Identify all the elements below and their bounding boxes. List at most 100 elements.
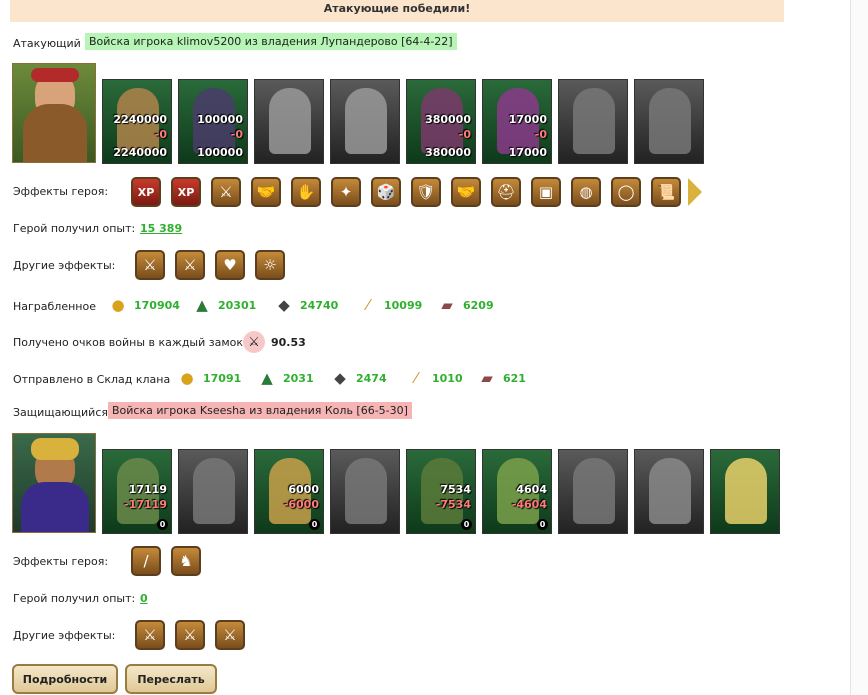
defender-unit-remaining-badge: 0	[157, 519, 168, 530]
attacker-hero-effect-icon[interactable]: ✦	[331, 177, 361, 207]
defender-other-effect-icon[interactable]: ⚔	[215, 620, 245, 650]
details-button[interactable]: Подробности	[12, 664, 118, 694]
clan-resource-value: 2474	[356, 371, 387, 385]
clan-resource-value: 1010	[432, 371, 463, 385]
clan-resource-value: 2031	[283, 371, 314, 385]
defender-unit-losses: -17119	[124, 498, 167, 511]
loot-resource: ⁄ 10099	[358, 295, 423, 315]
clan-resource-value: 17091	[203, 371, 242, 385]
defender-unit-figure	[725, 458, 767, 524]
defender-unit-2[interactable]	[178, 449, 248, 534]
loot-resource: ▰ 6209	[437, 295, 494, 315]
loot-resource: ◆ 24740	[274, 295, 338, 315]
attacker-other-effect-icon[interactable]: ⚔	[175, 250, 205, 280]
attacker-unit-remaining: 2240000	[113, 146, 167, 159]
defender-unit-6[interactable]: 4604 -4604 0	[482, 449, 552, 534]
attacker-hero-effect-icon[interactable]: ⚔	[211, 177, 241, 207]
attacker-unit-figure	[649, 88, 691, 154]
attacker-hero-effect-icon[interactable]: 🎲	[371, 177, 401, 207]
attacker-hero-effect-icon[interactable]: 🤝	[451, 177, 481, 207]
attacker-hero-effects-label: Эффекты героя:	[13, 185, 109, 198]
defender-unit-figure	[573, 458, 615, 524]
attacker-unit-remaining: 380000	[425, 146, 471, 159]
defender-unit-9[interactable]	[710, 449, 780, 534]
defender-unit-remaining-badge: 0	[309, 519, 320, 530]
effects-scroll-arrow-icon[interactable]	[688, 178, 702, 206]
attacker-other-effect-icon[interactable]: ☼	[255, 250, 285, 280]
defender-hero-portrait[interactable]	[12, 433, 96, 533]
attacker-unit-remaining: 100000	[197, 146, 243, 159]
defender-unit-remaining-badge: 0	[461, 519, 472, 530]
defender-unit-figure	[345, 458, 387, 524]
attacker-unit-count: 100000	[197, 113, 243, 126]
clan-resource: ◆ 2474	[330, 368, 387, 388]
attacker-unit-7[interactable]	[558, 79, 628, 164]
grain-icon: ⁄	[366, 296, 370, 314]
attacker-hero-portrait[interactable]	[12, 63, 96, 163]
clan-resource-value: 621	[503, 371, 526, 385]
gold-icon: ●	[180, 369, 194, 387]
defender-unit-7[interactable]	[558, 449, 628, 534]
attacker-unit-6[interactable]: 17000 -0 17000	[482, 79, 552, 164]
attacker-other-effect-icon[interactable]: ♥	[215, 250, 245, 280]
attacker-hero-effect-icon[interactable]: ⛑	[491, 177, 521, 207]
defender-unit-4[interactable]	[330, 449, 400, 534]
defender-other-effect-icon[interactable]: ⚔	[175, 620, 205, 650]
defender-unit-1[interactable]: 17119 -17119 0	[102, 449, 172, 534]
attacker-unit-figure	[573, 88, 615, 154]
attacker-hero-effect-icon[interactable]: 📜	[651, 177, 681, 207]
attacker-unit-figure	[269, 88, 311, 154]
defender-hero-effects-label: Эффекты героя:	[13, 555, 109, 568]
defender-unit-5[interactable]: 7534 -7534 0	[406, 449, 476, 534]
right-scrollbar[interactable]	[850, 0, 868, 695]
war-points-label: Получено очков войны в каждый замок	[13, 336, 244, 349]
attacker-unit-8[interactable]	[634, 79, 704, 164]
battle-result-banner: Атакующие победили!	[10, 0, 784, 22]
attacker-hero-effect-icon[interactable]: XP	[171, 177, 201, 207]
defender-unit-8[interactable]	[634, 449, 704, 534]
ore-icon: ◆	[278, 296, 290, 314]
attacker-hero-effect-icon[interactable]: ▣	[531, 177, 561, 207]
defender-exp-value[interactable]: 0	[140, 592, 148, 605]
attacker-unit-1[interactable]: 2240000 -0 2240000	[102, 79, 172, 164]
defender-unit-count: 4604	[516, 483, 547, 496]
forward-button[interactable]: Переслать	[125, 664, 217, 694]
defender-hero-effect-icon[interactable]: /	[131, 546, 161, 576]
clan-resource: ▲ 2031	[257, 368, 314, 388]
defender-unit-losses: -7534	[435, 498, 471, 511]
attacker-army-tag[interactable]: Войска игрока klimov5200 из владения Луп…	[85, 33, 457, 50]
attacker-hero-effect-icon[interactable]: ◍	[571, 177, 601, 207]
defender-exp-label: Герой получил опыт:	[13, 592, 136, 605]
defender-unit-count: 17119	[128, 483, 167, 496]
defender-unit-figure	[649, 458, 691, 524]
loot-resource-value: 170904	[134, 298, 180, 312]
attacker-unit-4[interactable]	[330, 79, 400, 164]
defender-hero-effect-icon[interactable]: ♞	[171, 546, 201, 576]
loot-resource-value: 24740	[300, 298, 339, 312]
attacker-unit-3[interactable]	[254, 79, 324, 164]
attacker-unit-2[interactable]: 100000 -0 100000	[178, 79, 248, 164]
defender-other-effect-icon[interactable]: ⚔	[135, 620, 165, 650]
attacker-hero-effect-icon[interactable]: ◯	[611, 177, 641, 207]
attacker-hero-effect-icon[interactable]: 🛡	[411, 177, 441, 207]
attacker-label: Атакующий	[13, 37, 81, 50]
attacker-exp-label: Герой получил опыт:	[13, 222, 136, 235]
loot-resource-value: 6209	[463, 298, 494, 312]
attacker-other-effect-icon[interactable]: ⚔	[135, 250, 165, 280]
attacker-hero-effect-icon[interactable]: ✋	[291, 177, 321, 207]
defender-other-effects-label: Другие эффекты:	[13, 629, 116, 642]
attacker-unit-losses: -0	[154, 128, 167, 141]
attacker-exp-value[interactable]: 15 389	[140, 222, 182, 235]
defender-army-tag[interactable]: Войска игрока Kseesha из владения Коль […	[108, 402, 412, 419]
attacker-hero-effect-icon[interactable]: 🤝	[251, 177, 281, 207]
attacker-unit-5[interactable]: 380000 -0 380000	[406, 79, 476, 164]
defender-unit-3[interactable]: 6000 -6000 0	[254, 449, 324, 534]
ore-icon: ◆	[334, 369, 346, 387]
clan-storage-label: Отправлено в Склад клана	[13, 373, 171, 386]
loot-resource: ▲ 20301	[192, 295, 256, 315]
defender-label: Защищающийся	[13, 406, 108, 419]
attacker-other-effects-label: Другие эффекты:	[13, 259, 116, 272]
attacker-hero-effect-icon[interactable]: XP	[131, 177, 161, 207]
attacker-unit-count: 17000	[508, 113, 547, 126]
attacker-unit-figure	[345, 88, 387, 154]
